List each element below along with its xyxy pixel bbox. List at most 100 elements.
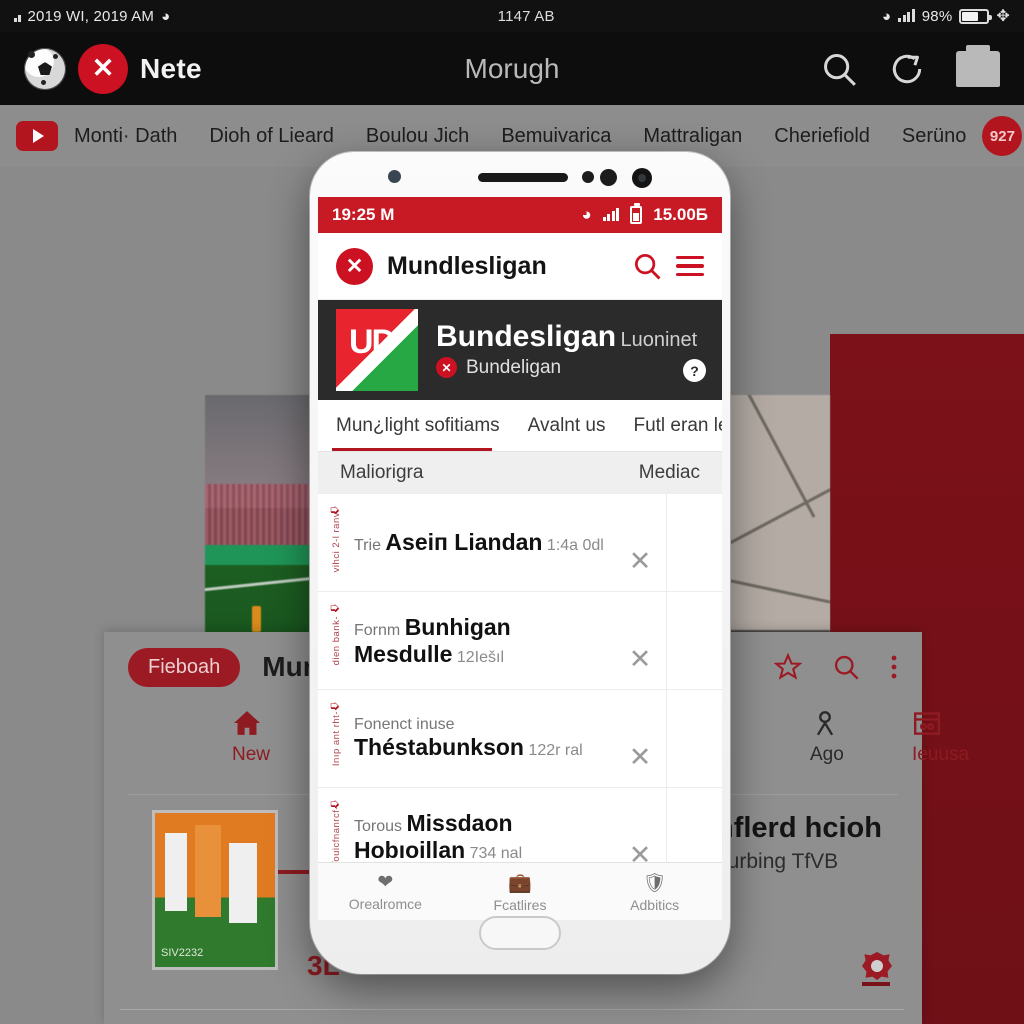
sensor-dot-icon bbox=[600, 169, 617, 186]
bluetooth-icon: ✥ bbox=[996, 8, 1010, 25]
background-tab-ago[interactable]: Ago bbox=[810, 710, 844, 766]
phone-tab-bar: Mun¿light sofitiams Avalnt us Futl eran … bbox=[318, 400, 722, 452]
close-icon[interactable]: ✕ bbox=[614, 644, 666, 689]
tab-item[interactable]: Monti· Dath bbox=[58, 125, 193, 148]
row-title: Aseiп Liandan bbox=[385, 529, 543, 555]
close-icon[interactable]: ✕ bbox=[614, 742, 666, 787]
signal-bars-icon bbox=[602, 208, 620, 221]
background-headline: nflerd hcioh bbox=[716, 812, 882, 844]
wifi-icon: ◕ bbox=[161, 7, 171, 25]
tab-item[interactable]: Dioh of Lieard bbox=[193, 125, 350, 148]
search-icon[interactable] bbox=[820, 50, 858, 88]
battery-percent-label: 98% bbox=[921, 7, 953, 25]
row-kebab-menu-icon[interactable] bbox=[666, 690, 722, 787]
calendar-icon bbox=[912, 710, 969, 736]
star-icon[interactable] bbox=[774, 653, 802, 681]
kebab-menu-icon[interactable] bbox=[890, 653, 898, 681]
row-rail-label: vihci 2-l ranv bbox=[330, 512, 342, 573]
phone-screen: 19:25 M ◕ 15.00Б ✕ Mundlesligan UD Bunde… bbox=[318, 197, 722, 920]
list-item[interactable]: ➭ dien bank- Fornm Bunhigan Mesdulle 12I… bbox=[318, 592, 722, 690]
row-rail-label: Inıр ant rht‑ bbox=[330, 710, 342, 767]
shield-icon: 🛡 bbox=[642, 872, 667, 894]
row-side-rail: ➭ vihci 2-l ranv bbox=[318, 494, 354, 591]
subheader-right: Mediac bbox=[638, 462, 700, 483]
bottom-nav-item-1[interactable]: 💼 Fcatlires bbox=[453, 871, 588, 913]
background-tab-ieuusa[interactable]: Ieuusa bbox=[912, 710, 969, 766]
archive-icon[interactable] bbox=[956, 44, 1000, 87]
row-kicker: Fonenct inuse bbox=[354, 716, 455, 733]
briefcase-icon: 💼 bbox=[508, 872, 532, 894]
flower-badge-icon bbox=[862, 952, 892, 980]
os-status-bar: 2019 WI, 2019 AM ◕ 1147 AB ◕ 98% ✥ bbox=[0, 0, 1024, 32]
row-meta: 1:4a 0dl bbox=[546, 537, 604, 554]
tab-item[interactable]: Bemuivarica bbox=[485, 125, 627, 148]
phone-list-subheader: Maliorigra Mediac bbox=[318, 452, 722, 494]
x-logo-icon[interactable]: ✕ bbox=[78, 43, 128, 94]
info-badge-icon[interactable]: ? bbox=[683, 359, 706, 382]
battery-icon bbox=[959, 8, 993, 24]
league-logo-text: UD bbox=[349, 323, 396, 361]
row-kicker: Fornm bbox=[354, 621, 401, 639]
bottom-nav-item-2[interactable]: 🛡 Adbitics bbox=[587, 871, 722, 913]
tab-count-badge[interactable]: 927 bbox=[982, 116, 1023, 156]
search-icon[interactable] bbox=[632, 251, 662, 281]
sensor-dot-icon bbox=[582, 171, 594, 183]
phone-hero-banner: UD Bundesligan Luoninet ✕ Bundeligan ? bbox=[318, 300, 722, 400]
os-status-center-text: 1147 AB bbox=[497, 7, 555, 25]
os-status-left-text: 2019 WI, 2019 AM bbox=[27, 7, 155, 25]
home-button[interactable] bbox=[479, 916, 561, 950]
bottom-nav-item-0[interactable]: ❤ Orealromce bbox=[318, 871, 453, 912]
row-meta: 122r ral bbox=[528, 742, 583, 759]
hero-title: Bundesligan bbox=[436, 320, 617, 354]
background-tab-label: New bbox=[232, 744, 271, 765]
list-item[interactable]: ➭ Inıр ant rht‑ Fonenct inuse Théstabunk… bbox=[318, 690, 722, 788]
row-side-rail: ➭ dien bank- bbox=[318, 592, 354, 689]
phone-tab-2[interactable]: Futl eran lew▼ bbox=[619, 415, 722, 437]
tab-item[interactable]: Serüno bbox=[886, 125, 983, 148]
row-kebab-menu-icon[interactable] bbox=[666, 494, 722, 591]
bottom-nav-label: Orealromce bbox=[348, 896, 422, 912]
background-thumbnail[interactable]: SIV2232 bbox=[152, 810, 278, 970]
phone-tab-1[interactable]: Avalnt us bbox=[514, 415, 620, 437]
tab-item[interactable]: Cheriefiold bbox=[758, 125, 886, 148]
row-rail-label: dien bank- bbox=[330, 615, 342, 666]
hamburger-menu-icon[interactable] bbox=[676, 251, 704, 281]
thumbnail-caption: SIV2232 bbox=[161, 947, 204, 959]
background-tab-label: Ieuusa bbox=[912, 744, 970, 765]
search-icon[interactable] bbox=[832, 653, 860, 681]
battery-icon bbox=[630, 203, 643, 224]
heart-icon: ❤ bbox=[377, 872, 394, 893]
tab-item[interactable]: Mattraligan bbox=[627, 125, 758, 148]
tab-item[interactable]: Boulou Jich bbox=[350, 125, 485, 148]
refresh-icon[interactable] bbox=[888, 50, 926, 88]
front-camera-icon bbox=[388, 170, 401, 183]
bottom-nav-label: Adbitics bbox=[630, 896, 680, 913]
signal-bars-icon bbox=[14, 10, 21, 22]
row-kebab-menu-icon[interactable] bbox=[666, 592, 722, 689]
subheader-left: Maliorigra bbox=[340, 462, 424, 483]
soccer-ball-icon bbox=[24, 47, 66, 90]
phone-tab-2-label: Futl eran lew bbox=[633, 414, 722, 436]
app-logo-icon: ✕ bbox=[336, 247, 373, 285]
row-meta: 734 nal bbox=[469, 844, 523, 862]
background-pill-button[interactable]: Fieboah bbox=[128, 647, 241, 687]
close-icon[interactable]: ✕ bbox=[614, 546, 666, 591]
background-tab-new[interactable]: New bbox=[232, 710, 270, 766]
phone-bottom-nav: ❤ Orealromce 💼 Fcatlires 🛡 Adbitics bbox=[318, 862, 722, 920]
phone-list: ➭ vihci 2-l ranv Trie Aseiп Liandan 1:4a… bbox=[318, 494, 722, 886]
phone-status-right-text: 15.00Б bbox=[653, 205, 708, 224]
wifi-icon: ◕ bbox=[881, 7, 892, 25]
phone-top-bezel bbox=[310, 152, 730, 197]
app-header: ✕ Nete Morugh bbox=[0, 32, 1024, 105]
wifi-icon: ◕ bbox=[581, 205, 592, 224]
phone-app-bar: ✕ Mundlesligan bbox=[318, 233, 722, 300]
phone-active-tab-underline bbox=[332, 448, 492, 451]
list-item[interactable]: ➭ vihci 2-l ranv Trie Aseiп Liandan 1:4a… bbox=[318, 494, 722, 592]
row-kicker: Torous bbox=[354, 817, 403, 835]
author-avatar-icon: ✕ bbox=[436, 357, 457, 379]
row-kicker: Trie bbox=[354, 537, 381, 554]
phone-tab-0[interactable]: Mun¿light sofitiams bbox=[318, 415, 514, 437]
phone-clock: 19:25 M bbox=[332, 205, 395, 224]
phone-status-bar: 19:25 M ◕ 15.00Б bbox=[318, 197, 722, 233]
play-button-icon[interactable] bbox=[16, 121, 58, 151]
